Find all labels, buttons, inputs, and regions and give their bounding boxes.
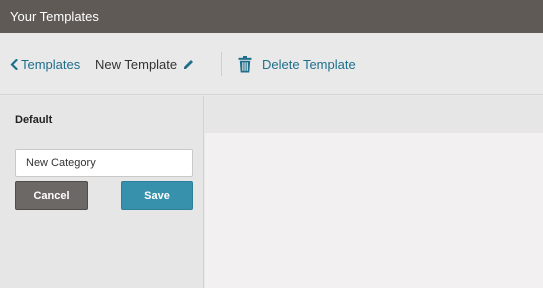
main-panel-header xyxy=(205,96,543,133)
delete-template-label: Delete Template xyxy=(262,56,356,72)
chevron-left-icon xyxy=(10,58,21,70)
window-titlebar: Your Templates xyxy=(0,0,543,33)
category-sidebar: Default Cancel Save xyxy=(0,96,204,288)
toolbar-divider xyxy=(221,52,222,76)
template-name: New Template xyxy=(95,55,195,73)
back-link-label: Templates xyxy=(21,56,81,72)
main-panel-content xyxy=(205,133,543,288)
cancel-button[interactable]: Cancel xyxy=(15,181,88,210)
category-name-input[interactable] xyxy=(15,149,193,177)
pencil-icon[interactable] xyxy=(182,58,195,71)
toolbar: Templates New Template Delete Template xyxy=(0,33,543,95)
delete-template-button[interactable]: Delete Template xyxy=(238,53,356,75)
section-label-default: Default xyxy=(15,114,53,126)
save-button[interactable]: Save xyxy=(121,181,193,210)
window-title: Your Templates xyxy=(10,9,99,24)
back-to-templates-link[interactable]: Templates xyxy=(10,55,80,73)
trash-icon xyxy=(238,55,262,73)
template-name-label: New Template xyxy=(95,56,178,72)
